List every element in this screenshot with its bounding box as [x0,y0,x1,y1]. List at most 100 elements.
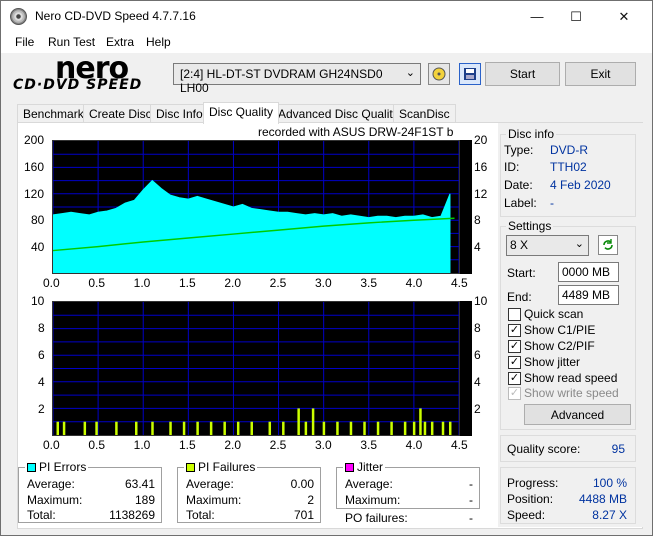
start-mb-input[interactable]: 0000 MB [558,262,619,282]
pi-failures-title-text: PI Failures [198,460,256,474]
quick-scan-checkbox[interactable]: Quick scan [508,307,633,321]
check-icon: ✓ [508,355,521,369]
show-jitter-checkbox[interactable]: ✓ Show jitter [508,355,633,369]
po-failures-label: PO failures: [345,511,408,525]
pif-bar [56,421,60,435]
tab-advanced-disc-quality[interactable]: Advanced Disc Quality [272,104,405,123]
pi-errors-avg: 63.41 [124,477,155,491]
advanced-button[interactable]: Advanced [524,404,631,425]
show-c1-checkbox[interactable]: ✓ Show C1/PIE [508,323,633,337]
pif-bar [62,421,66,435]
pif-bar [282,421,285,435]
tab-disc-quality[interactable]: Disc Quality [203,102,280,124]
pi-errors-avg-label: Average: [27,477,75,491]
y-left-tick-label: 40 [31,240,45,255]
y-left-tick-label: 8 [38,321,45,335]
pif-bar [115,421,118,435]
pif-bar [322,421,326,435]
show-read-speed-checkbox[interactable]: ✓ Show read speed [508,371,633,385]
jitter-title: Jitter [343,460,386,474]
chevron-down-icon: ⌄ [574,238,584,250]
title-bar[interactable]: Nero CD-DVD Speed 4.7.7.16 — ☐ ✕ [1,1,652,32]
maximize-button[interactable]: ☐ [553,1,599,32]
pif-chart-plot [52,301,460,436]
pi-errors-max: 189 [134,493,155,507]
progress-value: 100 % [592,476,627,490]
menu-file[interactable]: File [15,35,34,49]
disc-info-title: Disc info [506,127,557,141]
y-right-tick-label: 16 [474,159,488,174]
speed-select-value: 8 X [510,238,529,252]
y-right-tick-label: 8 [474,213,481,228]
end-mb-input[interactable]: 4489 MB [558,285,619,305]
pi-failures-max-label: Maximum: [186,493,242,507]
pif-bar [448,421,452,435]
check-icon: ✓ [508,371,521,385]
speed-label: Speed: [507,508,546,522]
x-tick-label: 3.0 [315,438,332,452]
jitter-max-label: Maximum: [345,493,401,507]
exit-button[interactable]: Exit [565,62,636,86]
pif-bar [135,421,138,435]
x-tick-label: 4.0 [405,438,423,452]
pi-failures-avg: 0.00 [290,477,314,491]
check-icon: ✓ [508,323,521,337]
chart-edge-band [460,301,472,436]
y-right-tick-label: 10 [474,294,488,308]
pif-bar [182,421,186,435]
close-button[interactable]: ✕ [601,1,647,32]
speed-select[interactable]: 8 X ⌄ [506,235,589,256]
menu-bar: File Run Test Extra Help [1,32,652,53]
menu-extra[interactable]: Extra [106,35,134,49]
start-button[interactable]: Start [485,62,560,86]
disc-date-label: Date: [504,178,533,192]
quality-score-label: Quality score: [507,442,581,456]
check-icon: ✓ [508,339,521,353]
refresh-icon[interactable] [598,235,618,255]
pi-errors-total: 1138269 [109,508,155,522]
end-mb-label: End: [507,290,532,304]
drive-select-value: [2:4] HL-DT-ST DVDRAM GH24NSD0 LH00 [180,67,383,95]
pif-bar [169,421,172,435]
save-icon[interactable] [459,63,481,85]
speed-value: 8.27 X [592,508,627,522]
show-write-speed-checkbox: ✓ Show write speed [508,386,633,400]
y-left-tick-label: 80 [31,213,45,228]
quality-score-value: 95 [611,442,625,456]
jitter-avg-label: Average: [345,477,393,491]
tab-create-disc[interactable]: Create Disc [83,104,158,123]
x-tick-label: 3.0 [315,276,332,290]
pif-bar [403,421,407,435]
menu-run-test[interactable]: Run Test [48,35,95,49]
checkbox-box [508,307,521,321]
drive-select[interactable]: [2:4] HL-DT-ST DVDRAM GH24NSD0 LH00 ⌄ [173,63,421,95]
y-left-tick-label: 160 [24,159,45,174]
disc-date: 4 Feb 2020 [550,178,611,192]
x-tick-label: 1.0 [133,276,151,290]
pie-series-area [53,179,451,273]
x-tick-label: 2.0 [224,276,242,290]
pif-bar [297,408,300,435]
pif-bar [95,421,98,435]
y-left-tick-label: 10 [31,294,45,308]
tab-disc-info[interactable]: Disc Info [150,104,209,123]
chart-edge-band [460,140,472,274]
recorded-with-label: recorded with ASUS DRW-24F1ST b [258,125,454,139]
check-icon: ✓ [508,386,521,400]
disc-id: TTH02 [550,160,587,174]
x-tick-label: 0.0 [43,276,60,290]
eject-icon[interactable] [428,63,450,85]
disc-app-icon [10,8,27,25]
pif-bar [236,421,240,435]
tab-benchmark[interactable]: Benchmark [17,104,90,123]
pif-bar [196,421,199,435]
menu-help[interactable]: Help [146,35,171,49]
pi-failures-total-label: Total: [186,508,215,522]
show-c2-checkbox[interactable]: ✓ Show C2/PIF [508,339,633,353]
tab-scandisc[interactable]: ScanDisc [393,104,456,123]
jitter-max: - [469,493,473,507]
show-write-speed-label: Show write speed [524,386,619,400]
pi-failures-max: 2 [307,493,314,507]
pif-bar [423,421,427,435]
pif-bar [430,421,434,435]
